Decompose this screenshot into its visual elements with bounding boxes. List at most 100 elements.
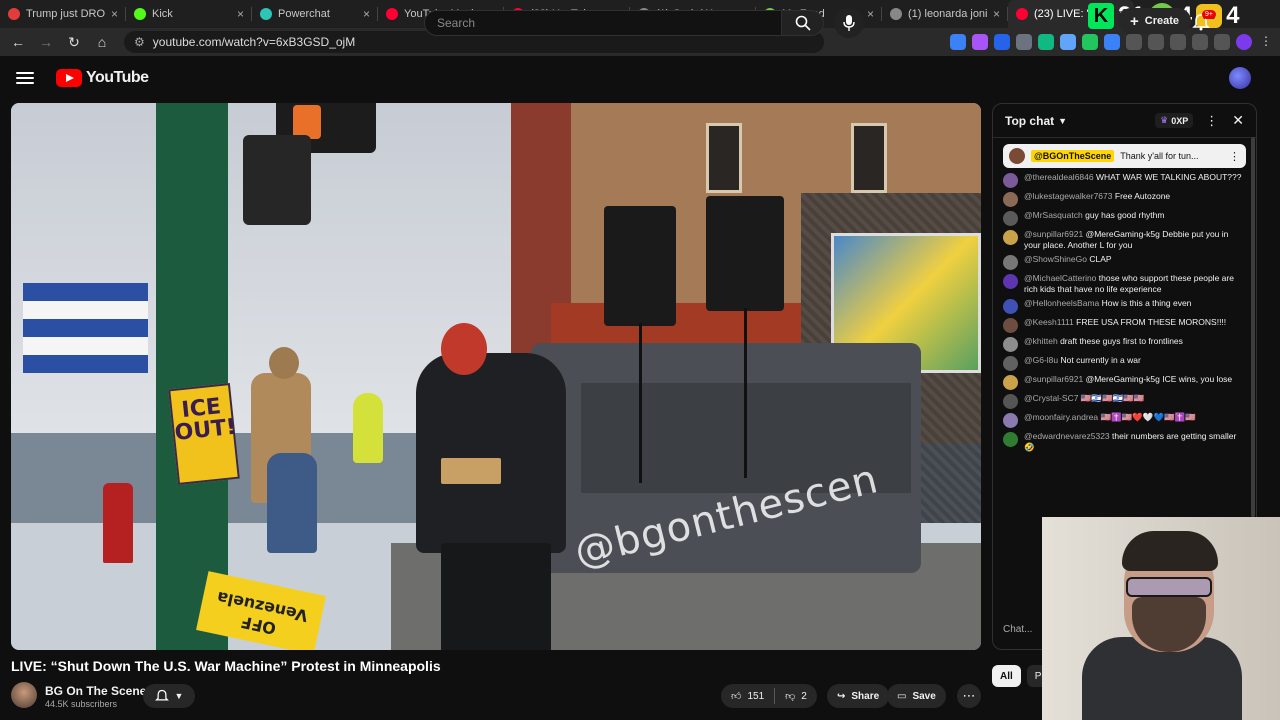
chat-message[interactable]: @sunpillar6921 @MereGaming-k5g ICE wins,…	[1003, 374, 1246, 390]
puzzle-icon[interactable]	[1126, 34, 1142, 50]
channel-avatar[interactable]	[11, 682, 37, 708]
youtube-logo[interactable]: YouTube	[56, 69, 149, 87]
chat-message-body: @lukestagewalker7673 Free Autozone	[1024, 191, 1170, 207]
extension-icon[interactable]	[1060, 34, 1076, 50]
more-actions-icon[interactable]: ⋯	[957, 684, 981, 708]
extension-icon[interactable]	[994, 34, 1010, 50]
chat-text: draft these guys first to frontlines	[1060, 336, 1183, 346]
tab-close-icon[interactable]: ×	[993, 7, 1000, 21]
browser-tab[interactable]: Kick ×	[126, 0, 252, 28]
scene-speaker-person	[416, 353, 566, 553]
account-avatar[interactable]	[1229, 67, 1251, 89]
chat-message-body: @MichaelCatterino those who support thes…	[1024, 273, 1246, 295]
channel-name[interactable]: BG On The Scene	[45, 684, 146, 698]
chat-text: CLAP	[1089, 254, 1112, 264]
tab-favicon-icon	[890, 8, 902, 20]
save-button[interactable]: ▭ Save	[887, 684, 946, 708]
video-player[interactable]: ICE OUT! OFF Venezuela @bgonthescen	[11, 103, 981, 650]
chat-author: @therealdeal6846	[1024, 172, 1094, 182]
share-label: Share	[851, 690, 880, 702]
extensions-row: ⋮	[950, 34, 1274, 50]
xp-badge[interactable]: ♛ 0XP	[1155, 113, 1194, 128]
history-icon[interactable]	[1148, 34, 1164, 50]
tab-close-icon[interactable]: ×	[237, 7, 244, 21]
voice-search-button[interactable]	[834, 8, 864, 38]
profile-icon[interactable]	[1236, 34, 1252, 50]
code-icon[interactable]	[1192, 34, 1208, 50]
like-button[interactable]: 👍︎ 151	[721, 684, 774, 708]
share-button[interactable]: ↪ Share	[827, 684, 890, 708]
chat-message[interactable]: @MrSasquatch guy has good rhythm	[1003, 210, 1246, 226]
search-button[interactable]	[782, 10, 824, 36]
extension-icon[interactable]	[950, 34, 966, 50]
search-input[interactable]	[424, 10, 782, 36]
chevron-down-icon[interactable]: ▼	[1058, 116, 1067, 126]
video-title: LIVE: “Shut Down The U.S. War Machine” P…	[11, 658, 441, 674]
tab-close-icon[interactable]: ×	[867, 7, 874, 21]
reload-icon[interactable]: ↻	[62, 30, 86, 54]
chat-message[interactable]: @edwardnevarez5323 their numbers are get…	[1003, 431, 1246, 453]
scene-head	[269, 347, 299, 379]
chat-message[interactable]: @Keesh1111 FREE USA FROM THESE MORONS!!!…	[1003, 317, 1246, 333]
dislike-button[interactable]: 👎︎ 2	[775, 684, 817, 708]
chat-avatar	[1003, 299, 1018, 314]
chat-text: 🇺🇸✝️🇺🇸❤️🤍💙🇺🇸✝️🇺🇸	[1100, 412, 1196, 422]
chat-avatar	[1003, 318, 1018, 333]
kick-icon: K	[1088, 3, 1114, 29]
forward-icon[interactable]: →	[34, 30, 58, 54]
chat-text: How is this a thing even	[1101, 298, 1192, 308]
share-icon: ↪	[837, 690, 846, 702]
create-button[interactable]: + Create	[1118, 8, 1192, 34]
pinned-more-icon[interactable]: ⋮	[1229, 150, 1240, 163]
chat-message[interactable]: @ShowShineGo CLAP	[1003, 254, 1246, 270]
chat-input[interactable]: Chat...	[1003, 624, 1032, 635]
chat-mode-label[interactable]: Top chat	[1005, 114, 1054, 128]
extension-icon[interactable]	[1082, 34, 1098, 50]
sidebar-icon[interactable]	[1214, 34, 1230, 50]
chat-message[interactable]: @lukestagewalker7673 Free Autozone	[1003, 191, 1246, 207]
home-icon[interactable]: ⌂	[90, 30, 114, 54]
scene-signal-box	[243, 135, 311, 225]
chat-message[interactable]: @therealdeal6846 WHAT WAR WE TALKING ABO…	[1003, 172, 1246, 188]
chat-message-body: @Keesh1111 FREE USA FROM THESE MORONS!!!…	[1024, 317, 1226, 333]
chat-author: @khitteh	[1024, 336, 1058, 346]
tab-close-icon[interactable]: ×	[363, 7, 370, 21]
subscription-bell-button[interactable]: ▼	[143, 684, 195, 708]
chat-message[interactable]: @sunpillar6921 @MereGaming-k5g Debbie pu…	[1003, 229, 1246, 251]
back-icon[interactable]: ←	[6, 30, 30, 54]
chat-message[interactable]: @moonfairy.andrea 🇺🇸✝️🇺🇸❤️🤍💙🇺🇸✝️🇺🇸	[1003, 412, 1246, 428]
chat-message[interactable]: @Crystal-SC7 🇺🇸🇮🇱🇺🇸🇮🇱🇺🇸🇺🇸	[1003, 393, 1246, 409]
youtube-header: YouTube	[0, 56, 1280, 100]
site-info-icon[interactable]: ⚙	[134, 35, 145, 49]
chat-message[interactable]: @G6-l8u Not currently in a war	[1003, 355, 1246, 371]
extension-icon[interactable]	[972, 34, 988, 50]
chat-message[interactable]: @khitteh draft these guys first to front…	[1003, 336, 1246, 352]
notification-badge: 9+	[1202, 10, 1216, 19]
tab-favicon-icon	[1016, 8, 1028, 20]
chat-message-body: @edwardnevarez5323 their numbers are get…	[1024, 431, 1246, 453]
extension-icon[interactable]	[1104, 34, 1120, 50]
chat-avatar	[1003, 413, 1018, 428]
chat-avatar	[1003, 356, 1018, 371]
tab-favicon-icon	[134, 8, 146, 20]
extension-icon[interactable]	[1038, 34, 1054, 50]
pinned-message[interactable]: @BGOnTheScene Thank y'all for tun... ⋮	[1003, 144, 1246, 168]
scene-speaker-head	[441, 323, 487, 375]
scene-speaker-left	[604, 206, 676, 326]
filter-chip[interactable]: All	[992, 665, 1021, 687]
chat-message[interactable]: @HellonheelsBama How is this a thing eve…	[1003, 298, 1246, 314]
browser-tab[interactable]: Trump just DROPP... ×	[0, 0, 126, 28]
tab-close-icon[interactable]: ×	[111, 7, 118, 21]
menu-icon[interactable]: ⋮	[1258, 34, 1274, 50]
browser-tab[interactable]: Powerchat ×	[252, 0, 378, 28]
scene-person	[353, 393, 383, 463]
thumbs-up-icon: 👍︎	[731, 691, 742, 702]
chat-message[interactable]: @MichaelCatterino those who support thes…	[1003, 273, 1246, 295]
browser-tab[interactable]: (1) leonarda jonie - S... ×	[882, 0, 1008, 28]
extension-icon[interactable]	[1170, 34, 1186, 50]
close-icon[interactable]: ✕	[1232, 112, 1244, 129]
hamburger-menu-icon[interactable]	[16, 72, 34, 84]
extension-icon[interactable]	[1016, 34, 1032, 50]
chat-more-icon[interactable]: ⋮	[1205, 113, 1218, 129]
chat-avatar	[1003, 173, 1018, 188]
